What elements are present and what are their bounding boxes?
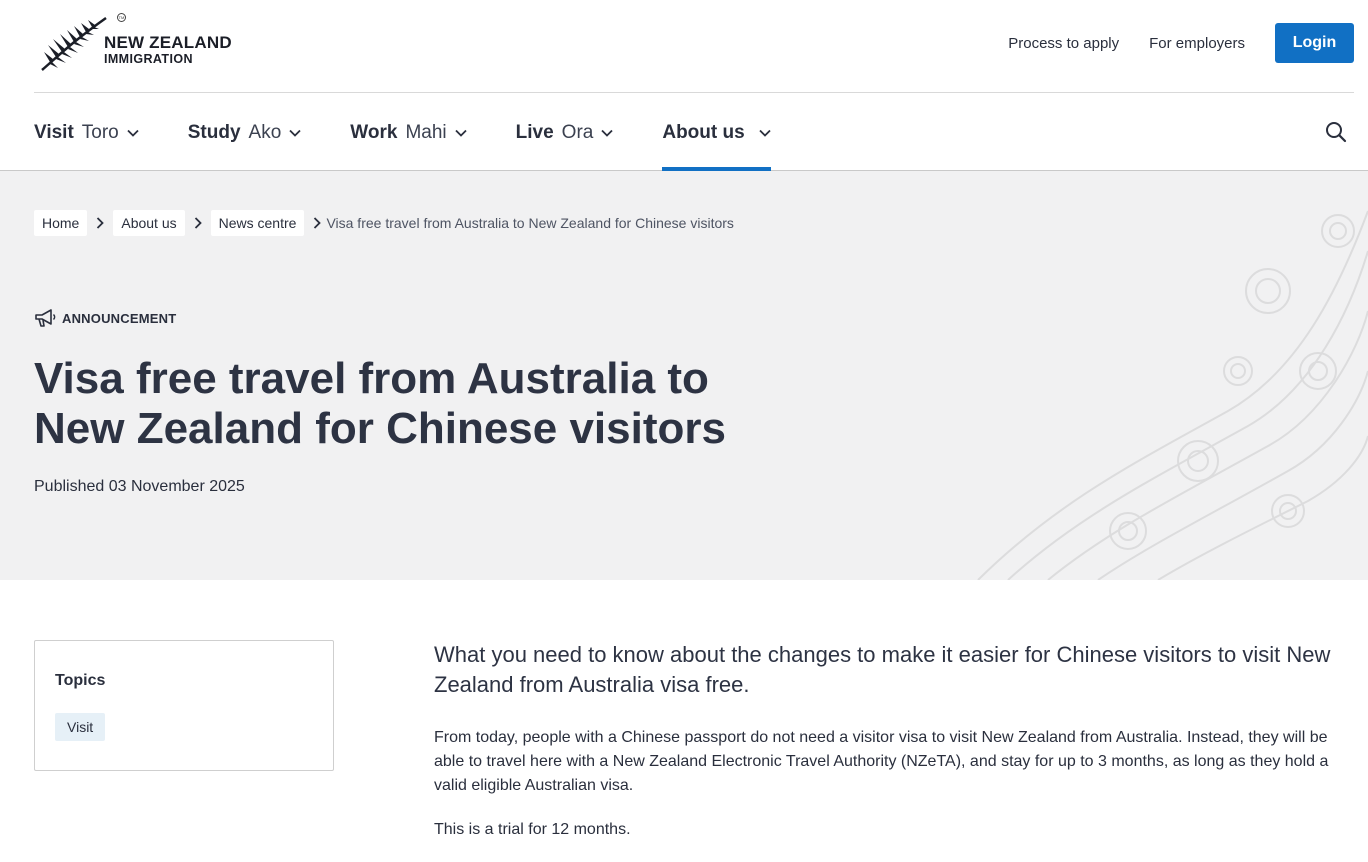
search-icon[interactable] bbox=[1324, 120, 1348, 144]
chevron-right-icon bbox=[185, 217, 211, 229]
article-paragraph: This is a trial for 12 months. bbox=[434, 821, 631, 838]
nz-immigration-logo[interactable]: TM NEW ZEALAND IMMIGRATION bbox=[38, 12, 238, 74]
chevron-down-icon bbox=[601, 129, 613, 137]
chevron-down-icon bbox=[455, 129, 467, 137]
main-nav-items: Visit Toro Study Ako Work Mahi Live Ora … bbox=[34, 94, 820, 171]
breadcrumb-about-us[interactable]: About us bbox=[113, 210, 185, 236]
nav-label-mi: Toro bbox=[81, 121, 119, 143]
megaphone-icon bbox=[35, 309, 56, 327]
topic-tag-visit[interactable]: Visit bbox=[55, 713, 106, 741]
logo-wordmark: NEW ZEALAND IMMIGRATION bbox=[104, 34, 232, 66]
site-header: TM NEW ZEALAND IMMIGRATION Process to ap… bbox=[34, 0, 1354, 93]
article-type-label: ANNOUNCEMENT bbox=[62, 310, 177, 326]
chevron-right-icon bbox=[87, 217, 113, 229]
article-lead: What you need to know about the changes … bbox=[434, 642, 1331, 697]
article-tag: ANNOUNCEMENT bbox=[34, 308, 176, 328]
koru-pattern-decoration bbox=[977, 210, 1368, 580]
nav-label-en: About us bbox=[662, 121, 745, 143]
process-to-apply-link[interactable]: Process to apply bbox=[1008, 35, 1119, 52]
nav-label-en: Study bbox=[187, 121, 241, 143]
nav-item-work[interactable]: Work Mahi bbox=[350, 94, 467, 171]
nav-label-mi: Mahi bbox=[405, 121, 447, 143]
nav-item-live[interactable]: Live Ora bbox=[516, 94, 614, 171]
published-date: Published 03 November 2025 bbox=[34, 478, 245, 495]
silver-fern-icon bbox=[41, 16, 107, 71]
utility-nav: Process to apply For employers Login bbox=[1008, 23, 1354, 63]
breadcrumb-news-centre[interactable]: News centre bbox=[210, 210, 305, 236]
article-paragraph: From today, people with a Chinese passpo… bbox=[434, 729, 1329, 794]
main-nav: Visit Toro Study Ako Work Mahi Live Ora … bbox=[0, 94, 1368, 171]
chevron-down-icon bbox=[289, 129, 301, 137]
logo-line2: IMMIGRATION bbox=[104, 52, 193, 66]
nav-label-mi: Ora bbox=[561, 121, 594, 143]
page-title: Visa free travel from Australia to New Z… bbox=[34, 354, 726, 453]
nav-label-en: Live bbox=[515, 121, 554, 143]
breadcrumb-current: Visa free travel from Australia to New Z… bbox=[326, 215, 734, 231]
breadcrumb: Home About us News centre Visa free trav… bbox=[34, 210, 734, 236]
for-employers-link[interactable]: For employers bbox=[1149, 35, 1245, 52]
chevron-down-icon bbox=[127, 129, 139, 137]
trademark-mark: TM bbox=[117, 13, 126, 22]
chevron-down-icon bbox=[759, 129, 771, 137]
topics-panel: Topics Visit bbox=[34, 640, 334, 771]
nav-item-about-us[interactable]: About us bbox=[662, 94, 772, 171]
topics-heading: Topics bbox=[55, 672, 106, 689]
nav-item-visit[interactable]: Visit Toro bbox=[34, 94, 139, 171]
nav-label-en: Visit bbox=[34, 121, 74, 143]
login-button[interactable]: Login bbox=[1275, 23, 1354, 63]
breadcrumb-home[interactable]: Home bbox=[34, 210, 88, 236]
nav-item-study[interactable]: Study Ako bbox=[188, 94, 302, 171]
nav-label-mi: Ako bbox=[248, 121, 282, 143]
article-hero: Home About us News centre Visa free trav… bbox=[0, 171, 1368, 580]
nav-label-en: Work bbox=[350, 121, 398, 143]
logo-line1: NEW ZEALAND bbox=[104, 33, 232, 52]
